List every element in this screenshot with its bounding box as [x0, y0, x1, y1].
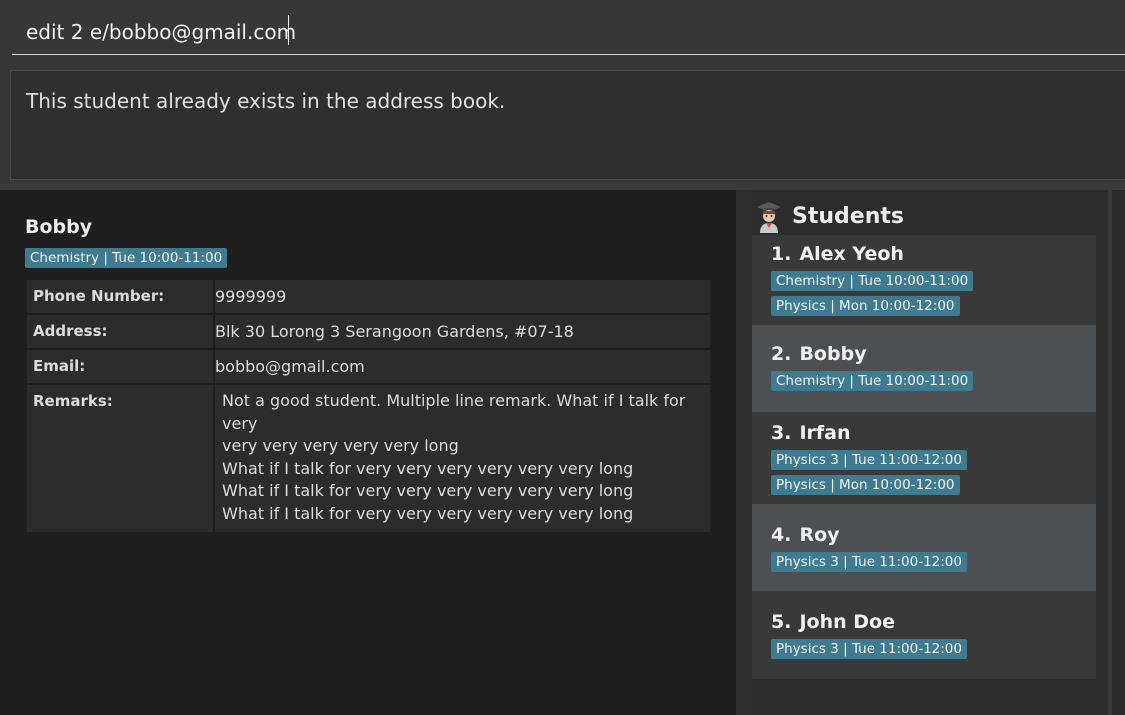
students-panel: Students 1. Alex Yeoh Chemistry | Tue 10:… [752, 190, 1108, 715]
student-index: 5. [771, 611, 792, 633]
result-display-area: This student already exists in the addre… [0, 62, 1125, 188]
remarks-line: What if I talk for very very very very v… [222, 458, 634, 478]
details-student-name: Bobby [25, 216, 93, 238]
students-header: Students [752, 196, 1108, 236]
student-tag: Chemistry | Tue 10:00-11:00 [771, 271, 974, 291]
students-title: Students [792, 204, 904, 229]
student-name: Alex Yeoh [799, 243, 904, 265]
student-card-name: 3. Irfan [771, 422, 1077, 444]
student-tag: Physics 3 | Tue 11:00-12:00 [771, 450, 967, 470]
command-input[interactable] [12, 10, 1125, 55]
student-index: 3. [771, 422, 792, 444]
remarks-value: Not a good student. Multiple line remark… [213, 383, 712, 534]
details-tag: Chemistry | Tue 10:00-11:00 [25, 248, 228, 268]
student-card[interactable]: 1. Alex Yeoh Chemistry | Tue 10:00-11:00 … [752, 235, 1096, 325]
details-table: Phone Number: 9999999 Address: Blk 30 Lo… [25, 278, 712, 534]
student-tag: Physics 3 | Tue 11:00-12:00 [771, 639, 967, 659]
student-details-panel: Bobby Chemistry | Tue 10:00-11:00 Phone … [0, 190, 736, 715]
student-card-name: 2. Bobby [771, 343, 1077, 365]
panel-divider[interactable] [736, 190, 752, 715]
phone-label: Phone Number: [25, 278, 215, 315]
student-tag: Physics 3 | Tue 11:00-12:00 [771, 552, 967, 572]
remarks-line: very very very very very long [222, 436, 459, 455]
result-message: This student already exists in the addre… [26, 89, 506, 113]
student-name: Bobby [799, 343, 867, 365]
student-card[interactable]: 4. Roy Physics 3 | Tue 11:00-12:00 [752, 504, 1096, 591]
text-cursor [288, 15, 289, 45]
student-name: Irfan [799, 422, 851, 444]
student-name: Roy [799, 524, 840, 546]
student-index: 4. [771, 524, 792, 546]
student-tag: Chemistry | Tue 10:00-11:00 [771, 371, 974, 391]
student-card-name: 1. Alex Yeoh [771, 243, 1077, 265]
result-display[interactable]: This student already exists in the addre… [10, 70, 1125, 180]
student-tag: Physics | Mon 10:00-12:00 [771, 296, 960, 316]
command-bar [0, 0, 1125, 62]
email-value: bobbo@gmail.com [213, 348, 712, 385]
graduate-student-icon [757, 202, 781, 233]
student-index: 1. [771, 243, 792, 265]
student-index: 2. [771, 343, 792, 365]
email-label: Email: [25, 348, 215, 385]
phone-value: 9999999 [213, 278, 712, 315]
remarks-line: What if I talk for very very very very v… [222, 481, 634, 500]
remarks-line: What if I talk for very very very very v… [222, 503, 634, 523]
remarks-label: Remarks: [25, 383, 215, 534]
remarks-line: Not a good student. Multiple line remark… [222, 391, 686, 433]
details-row-email: Email: bobbo@gmail.com [25, 348, 712, 385]
student-name: John Doe [799, 611, 895, 633]
address-value: Blk 30 Lorong 3 Serangoon Gardens, #07-1… [213, 313, 712, 350]
student-tag: Physics | Mon 10:00-12:00 [771, 475, 960, 495]
student-card[interactable]: 5. John Doe Physics 3 | Tue 11:00-12:00 [752, 591, 1096, 679]
scrollbar-track[interactable] [1112, 190, 1125, 715]
student-card[interactable]: 3. Irfan Physics 3 | Tue 11:00-12:00 Phys… [752, 412, 1096, 504]
details-row-address: Address: Blk 30 Lorong 3 Serangoon Garde… [25, 313, 712, 350]
student-card-name: 5. John Doe [771, 611, 1077, 633]
student-card-name: 4. Roy [771, 524, 1077, 546]
details-row-remarks: Remarks: Not a good student. Multiple li… [25, 383, 712, 534]
details-row-phone: Phone Number: 9999999 [25, 278, 712, 315]
student-card[interactable]: 2. Bobby Chemistry | Tue 10:00-11:00 [752, 325, 1096, 412]
address-label: Address: [25, 313, 215, 350]
